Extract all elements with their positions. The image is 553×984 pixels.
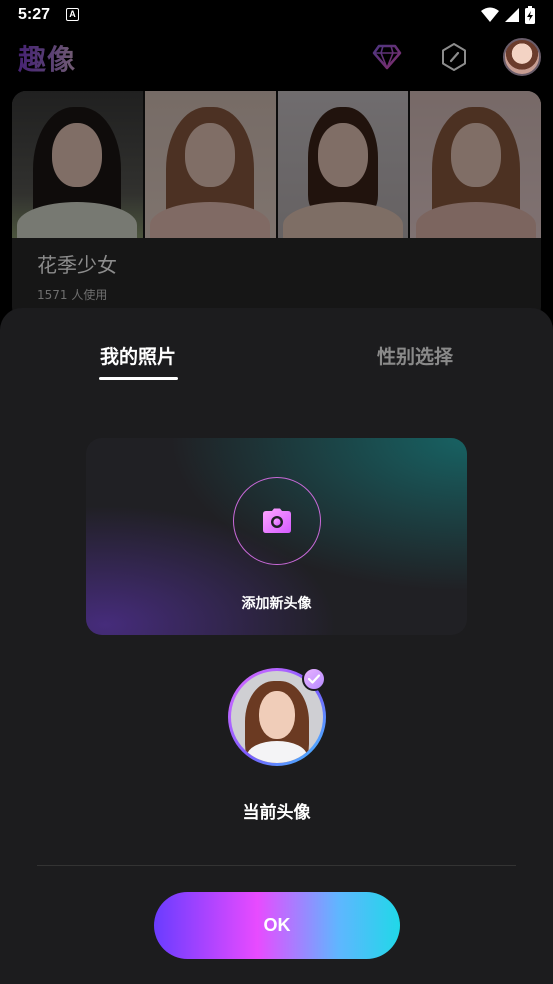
tab-my-photos[interactable]: 我的照片 <box>100 342 176 369</box>
divider <box>37 865 516 866</box>
status-icons <box>481 6 535 24</box>
signal-icon <box>505 8 519 22</box>
photo-sheet: 我的照片 性别选择 添加新头像 当前头像 OK <box>0 308 553 984</box>
diamond-icon <box>372 44 402 70</box>
wifi-icon <box>481 7 499 22</box>
status-time: 5:27 <box>18 6 51 23</box>
selected-check-icon <box>302 667 326 691</box>
camera-button[interactable] <box>233 477 321 565</box>
add-avatar-label: 添加新头像 <box>241 596 312 612</box>
tab-gender-select[interactable]: 性别选择 <box>377 342 453 369</box>
tab-active-indicator <box>99 377 178 380</box>
app-logo: 趣像 <box>18 38 76 78</box>
battery-icon <box>525 6 535 24</box>
add-avatar-panel[interactable]: 添加新头像 <box>86 438 467 635</box>
current-avatar-label: 当前头像 <box>242 803 311 823</box>
dim-overlay <box>12 91 541 238</box>
profile-avatar[interactable] <box>503 38 541 76</box>
template-usage: 1571 人使用 <box>37 288 108 302</box>
camera-icon <box>263 508 291 533</box>
compass-icon <box>442 43 466 71</box>
ok-button[interactable]: OK <box>154 892 400 959</box>
template-title: 花季少女 <box>37 253 117 277</box>
compass-button[interactable] <box>436 39 472 75</box>
template-card[interactable]: 花季少女 1571 人使用 <box>12 91 541 321</box>
diamond-button[interactable] <box>369 39 405 75</box>
app-header: 趣像 <box>0 30 553 86</box>
status-bar: 5:27 A <box>0 0 553 30</box>
notification-a-icon: A <box>66 8 79 21</box>
